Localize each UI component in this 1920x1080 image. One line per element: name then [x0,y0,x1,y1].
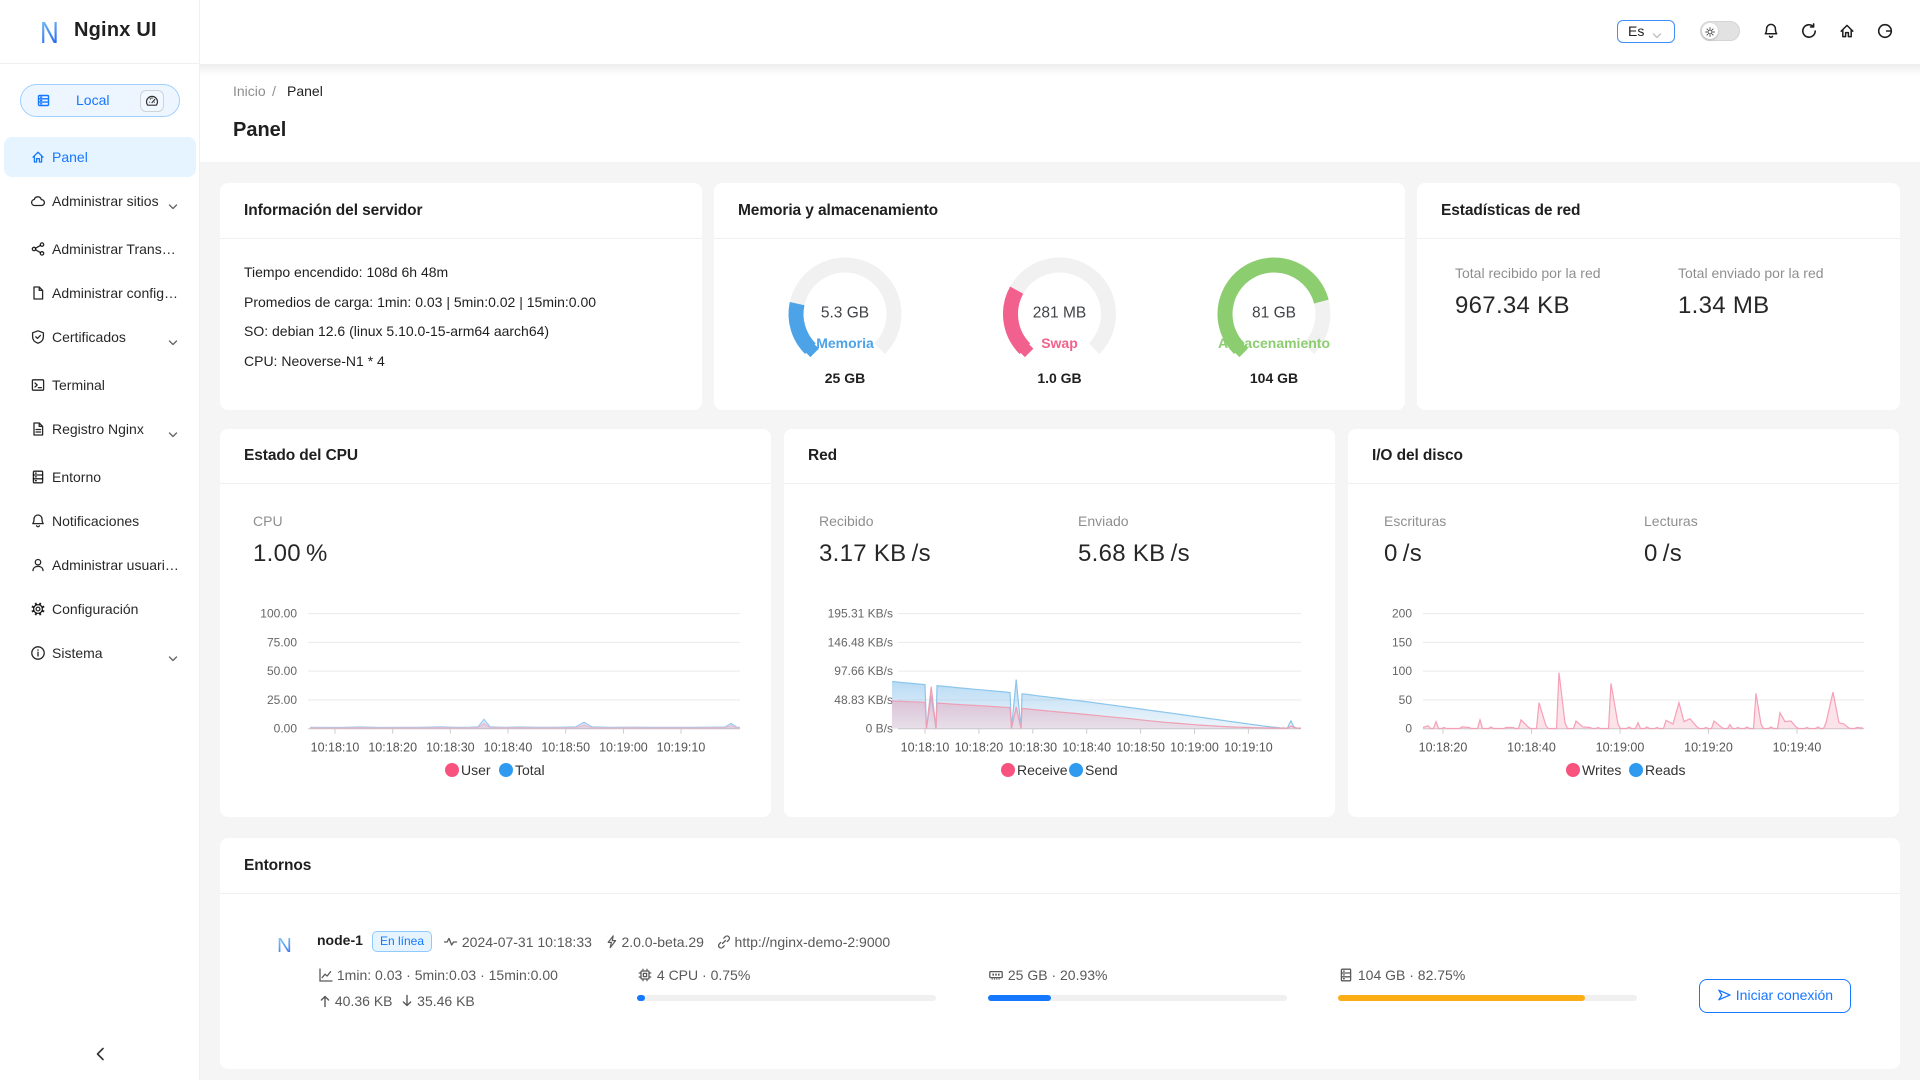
svg-text:100: 100 [1392,664,1412,678]
svg-text:10:18:20: 10:18:20 [1419,741,1468,755]
svg-text:0 B/s: 0 B/s [866,722,893,736]
svg-text:0: 0 [1405,722,1412,736]
svg-text:10:18:50: 10:18:50 [1116,741,1165,755]
svg-text:Almacenamiento: Almacenamiento [1218,335,1330,351]
svg-text:75.00: 75.00 [267,635,297,649]
svg-text:100.00: 100.00 [260,607,297,621]
svg-text:195.31 KB/s: 195.31 KB/s [828,607,893,621]
svg-text:50: 50 [1399,693,1413,707]
svg-text:5.3 GB: 5.3 GB [821,305,869,322]
svg-text:Swap: Swap [1041,335,1078,351]
svg-text:1.0 GB: 1.0 GB [1037,370,1081,386]
svg-text:User: User [461,762,491,778]
svg-text:Memoria: Memoria [816,335,874,351]
svg-text:200: 200 [1392,607,1412,621]
svg-text:10:19:00: 10:19:00 [1170,741,1219,755]
svg-text:48.83 KB/s: 48.83 KB/s [834,693,893,707]
svg-text:10:19:10: 10:19:10 [1224,741,1273,755]
svg-text:10:19:00: 10:19:00 [1596,741,1645,755]
svg-text:281 MB: 281 MB [1033,305,1086,322]
svg-text:25.00: 25.00 [267,693,297,707]
svg-text:Reads: Reads [1645,762,1685,778]
svg-text:Writes: Writes [1582,762,1621,778]
svg-text:10:18:30: 10:18:30 [1008,741,1057,755]
svg-text:10:18:20: 10:18:20 [368,741,417,755]
svg-text:146.48 KB/s: 146.48 KB/s [828,635,893,649]
svg-text:104 GB: 104 GB [1250,370,1298,386]
svg-text:10:18:20: 10:18:20 [955,741,1004,755]
svg-text:10:19:40: 10:19:40 [1773,741,1822,755]
svg-text:0.00: 0.00 [274,722,298,736]
svg-text:150: 150 [1392,635,1412,649]
svg-text:10:18:40: 10:18:40 [1507,741,1556,755]
svg-text:10:18:40: 10:18:40 [1062,741,1111,755]
svg-text:50.00: 50.00 [267,664,297,678]
svg-text:10:18:40: 10:18:40 [484,741,533,755]
svg-text:10:19:00: 10:19:00 [599,741,648,755]
svg-text:97.66 KB/s: 97.66 KB/s [834,664,893,678]
svg-text:25 GB: 25 GB [825,370,865,386]
svg-text:Send: Send [1085,762,1118,778]
svg-text:81 GB: 81 GB [1252,305,1296,322]
svg-text:10:18:50: 10:18:50 [541,741,590,755]
svg-text:10:18:10: 10:18:10 [311,741,360,755]
svg-text:10:19:20: 10:19:20 [1684,741,1733,755]
svg-text:10:18:10: 10:18:10 [901,741,950,755]
svg-text:10:19:10: 10:19:10 [657,741,706,755]
svg-text:Total: Total [515,762,545,778]
svg-text:Receive: Receive [1017,762,1068,778]
svg-text:10:18:30: 10:18:30 [426,741,475,755]
